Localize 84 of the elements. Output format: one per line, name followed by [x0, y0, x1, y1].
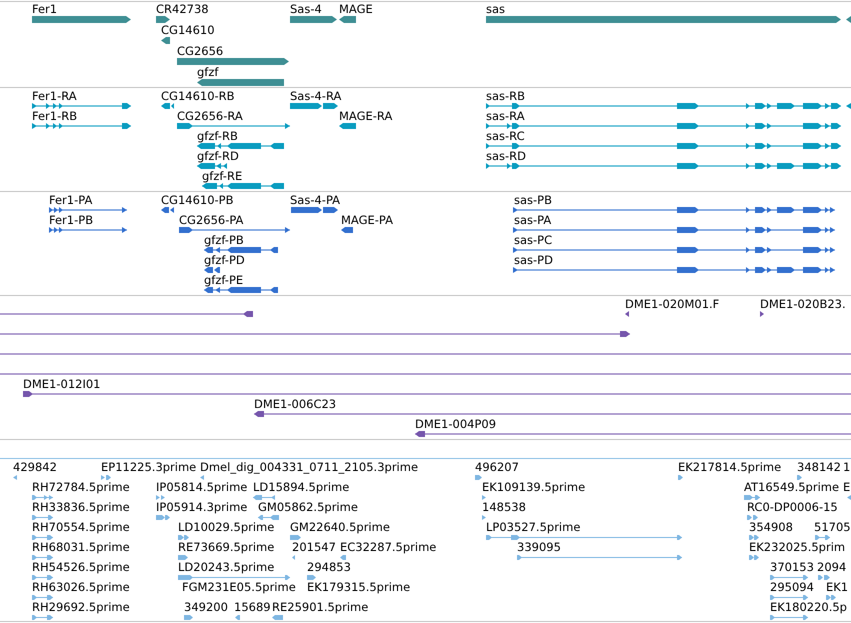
est-label: Dmel_dig_004331_0711_2105.3prime	[200, 461, 418, 474]
est-label: RH63026.5prime	[32, 581, 130, 594]
est-label: 370153	[770, 561, 814, 574]
gene-label: CR42738	[156, 3, 209, 16]
transcript-label: gfzf-RE	[202, 170, 242, 183]
clone-label: DME1-012I01	[23, 378, 100, 391]
transcript-label: MAGE-RA	[339, 110, 392, 123]
transcript-label: sas-RC	[486, 130, 525, 143]
est-label: LP03527.5prime	[486, 521, 580, 534]
est-label: FGM231E05.5prime	[182, 581, 296, 594]
clone-label: DME1-004P09	[415, 418, 496, 431]
clone-label: DME1-020M01.F	[625, 298, 720, 311]
clone-label: DME1-020B23.	[760, 298, 846, 311]
protein-label: sas-PB	[514, 194, 552, 207]
gene-label: MAGE	[339, 3, 373, 16]
est-label: EC32287.5prime	[340, 541, 436, 554]
est-label: RH33836.5prime	[32, 501, 130, 514]
gene-label: CG2656	[177, 45, 224, 58]
transcript-label: CG2656-RA	[177, 110, 243, 123]
transcript-label: sas-RB	[486, 90, 526, 103]
est-label: RH70554.5prime	[32, 521, 130, 534]
est-label: EK109139.5prime	[482, 481, 586, 494]
est-label: RH68031.5prime	[32, 541, 130, 554]
protein-label: gfzf-PB	[204, 234, 244, 247]
transcript-label: Fer1-RA	[32, 90, 77, 103]
est-label: GM05862.5prime	[258, 501, 358, 514]
est-label: RH29692.5prime	[32, 601, 130, 614]
est-label: RH72784.5prime	[32, 481, 130, 494]
protein-label: Fer1-PB	[49, 214, 94, 227]
est-label: 348142	[797, 461, 841, 474]
est-label: RE25901.5prime	[272, 601, 368, 614]
transcript-label: gfzf-RB	[197, 130, 238, 143]
est-label: EK232025.5prim	[749, 541, 846, 554]
est-label: LD10029.5prime	[178, 521, 274, 534]
est-label: 2094	[817, 561, 846, 574]
transcript-label: sas-RA	[486, 110, 525, 123]
est-label: EK217814.5prime	[678, 461, 782, 474]
transcript-label: Sas-4-RA	[290, 90, 342, 103]
est-label: 354908	[749, 521, 793, 534]
est-label: EK179315.5prime	[307, 581, 410, 594]
est-label: 148538	[482, 501, 526, 514]
est-label: 51705	[814, 521, 851, 534]
protein-label: MAGE-PA	[341, 214, 393, 227]
protein-label: Sas-4-PA	[290, 194, 340, 207]
protein-label: CG2656-PA	[179, 214, 244, 227]
est-label: E	[843, 481, 850, 494]
gene-label: CG14610	[161, 24, 215, 37]
protein-label: sas-PA	[514, 214, 552, 227]
est-label: RC0-DP0006-15	[747, 501, 838, 514]
clone-label: DME1-006C23	[254, 398, 336, 411]
transcript-label: sas-RD	[486, 150, 526, 163]
est-label: RE73669.5prime	[178, 541, 274, 554]
protein-label: Fer1-PA	[49, 194, 92, 207]
protein-label: gfzf-PD	[204, 254, 245, 267]
transcript-label: gfzf-RD	[197, 150, 239, 163]
est-label: IP05914.3prime	[156, 501, 248, 514]
est-label: 294853	[307, 561, 351, 574]
est-label: LD20243.5prime	[178, 561, 274, 574]
est-label: 1	[843, 461, 850, 474]
gene-label: sas	[486, 3, 506, 16]
gene-label: Sas-4	[290, 3, 322, 16]
protein-label: gfzf-PE	[204, 274, 244, 287]
protein-label: sas-PC	[514, 234, 552, 247]
est-label: EP11225.3prime	[101, 461, 196, 474]
est-label: 429842	[13, 461, 57, 474]
gene-label: gfzf	[197, 66, 218, 79]
est-label: 349200	[184, 601, 228, 614]
est-label: EK180220.5p	[770, 601, 847, 614]
est-label: 201547	[292, 541, 336, 554]
est-label: 339095	[517, 541, 561, 554]
protein-label: CG14610-PB	[161, 194, 234, 207]
gene-label: Fer1	[32, 3, 58, 16]
est-label: RH54526.5prime	[32, 561, 130, 574]
protein-label: sas-PD	[514, 254, 553, 267]
est-label: EK1	[826, 581, 848, 594]
est-label: LD15894.5prime	[253, 481, 350, 494]
est-label: 15689	[234, 601, 271, 614]
transcript-label: CG14610-RB	[161, 90, 235, 103]
est-label: GM22640.5prime	[290, 521, 390, 534]
est-label: AT16549.5prime	[744, 481, 840, 494]
transcript-label: Fer1-RB	[32, 110, 78, 123]
est-label: IP05814.5prime	[156, 481, 248, 494]
est-label: 496207	[475, 461, 519, 474]
est-label: 295094	[770, 581, 814, 594]
